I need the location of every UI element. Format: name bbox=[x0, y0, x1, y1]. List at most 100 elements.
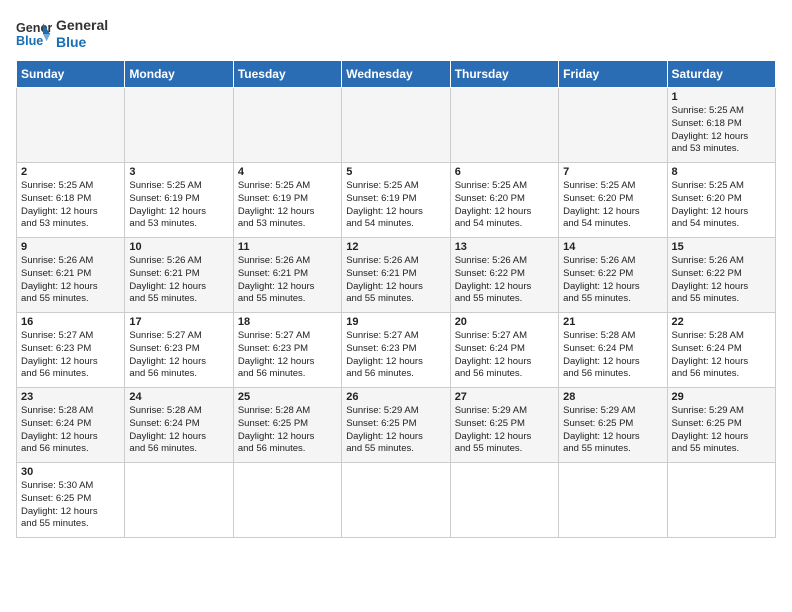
day-info: Sunrise: 5:27 AM Sunset: 6:23 PM Dayligh… bbox=[346, 330, 445, 381]
day-number: 25 bbox=[238, 391, 337, 403]
day-info: Sunrise: 5:29 AM Sunset: 6:25 PM Dayligh… bbox=[346, 405, 445, 456]
day-info: Sunrise: 5:28 AM Sunset: 6:24 PM Dayligh… bbox=[129, 405, 228, 456]
calendar-cell: 2 Sunrise: 5:25 AM Sunset: 6:18 PM Daylig… bbox=[17, 163, 125, 238]
day-info: Sunrise: 5:26 AM Sunset: 6:22 PM Dayligh… bbox=[563, 255, 662, 306]
weekday-header: Monday bbox=[125, 61, 233, 88]
calendar-week-row: 9 Sunrise: 5:26 AM Sunset: 6:21 PM Daylig… bbox=[17, 238, 776, 313]
day-info: Sunrise: 5:28 AM Sunset: 6:24 PM Dayligh… bbox=[21, 405, 120, 456]
weekday-header: Thursday bbox=[450, 61, 558, 88]
day-number: 19 bbox=[346, 316, 445, 328]
calendar-cell bbox=[233, 88, 341, 163]
logo: General Blue General Blue bbox=[16, 16, 108, 52]
day-info: Sunrise: 5:30 AM Sunset: 6:25 PM Dayligh… bbox=[21, 480, 120, 531]
calendar-cell: 12 Sunrise: 5:26 AM Sunset: 6:21 PM Dayli… bbox=[342, 238, 450, 313]
calendar-cell bbox=[233, 463, 341, 538]
day-number: 23 bbox=[21, 391, 120, 403]
day-number: 7 bbox=[563, 166, 662, 178]
day-info: Sunrise: 5:27 AM Sunset: 6:24 PM Dayligh… bbox=[455, 330, 554, 381]
day-number: 9 bbox=[21, 241, 120, 253]
day-number: 17 bbox=[129, 316, 228, 328]
day-info: Sunrise: 5:28 AM Sunset: 6:24 PM Dayligh… bbox=[672, 330, 771, 381]
calendar-cell: 30 Sunrise: 5:30 AM Sunset: 6:25 PM Dayli… bbox=[17, 463, 125, 538]
header: General Blue General Blue bbox=[16, 16, 776, 52]
calendar-cell: 27Sunrise: 5:29 AM Sunset: 6:25 PM Dayli… bbox=[450, 388, 558, 463]
calendar-week-row: 23 Sunrise: 5:28 AM Sunset: 6:24 PM Dayli… bbox=[17, 388, 776, 463]
day-number: 4 bbox=[238, 166, 337, 178]
calendar-cell: 25Sunrise: 5:28 AM Sunset: 6:25 PM Dayli… bbox=[233, 388, 341, 463]
day-info: Sunrise: 5:27 AM Sunset: 6:23 PM Dayligh… bbox=[238, 330, 337, 381]
day-info: Sunrise: 5:26 AM Sunset: 6:21 PM Dayligh… bbox=[129, 255, 228, 306]
day-number: 1 bbox=[672, 91, 771, 103]
day-number: 30 bbox=[21, 466, 120, 478]
day-info: Sunrise: 5:25 AM Sunset: 6:19 PM Dayligh… bbox=[129, 180, 228, 231]
day-info: Sunrise: 5:25 AM Sunset: 6:20 PM Dayligh… bbox=[563, 180, 662, 231]
day-number: 16 bbox=[21, 316, 120, 328]
day-number: 5 bbox=[346, 166, 445, 178]
calendar-cell bbox=[342, 463, 450, 538]
day-info: Sunrise: 5:25 AM Sunset: 6:20 PM Dayligh… bbox=[455, 180, 554, 231]
day-number: 12 bbox=[346, 241, 445, 253]
day-number: 14 bbox=[563, 241, 662, 253]
day-info: Sunrise: 5:26 AM Sunset: 6:21 PM Dayligh… bbox=[346, 255, 445, 306]
calendar-cell: 4 Sunrise: 5:25 AM Sunset: 6:19 PM Daylig… bbox=[233, 163, 341, 238]
day-info: Sunrise: 5:26 AM Sunset: 6:21 PM Dayligh… bbox=[238, 255, 337, 306]
day-number: 11 bbox=[238, 241, 337, 253]
day-number: 6 bbox=[455, 166, 554, 178]
calendar-cell bbox=[559, 463, 667, 538]
day-info: Sunrise: 5:25 AM Sunset: 6:20 PM Dayligh… bbox=[672, 180, 771, 231]
day-number: 24 bbox=[129, 391, 228, 403]
day-info: Sunrise: 5:26 AM Sunset: 6:21 PM Dayligh… bbox=[21, 255, 120, 306]
calendar-cell: 28 Sunrise: 5:29 AM Sunset: 6:25 PM Dayli… bbox=[559, 388, 667, 463]
calendar-table: SundayMondayTuesdayWednesdayThursdayFrid… bbox=[16, 60, 776, 538]
calendar-cell: 23 Sunrise: 5:28 AM Sunset: 6:24 PM Dayli… bbox=[17, 388, 125, 463]
calendar-cell: 24 Sunrise: 5:28 AM Sunset: 6:24 PM Dayli… bbox=[125, 388, 233, 463]
calendar-week-row: 16 Sunrise: 5:27 AM Sunset: 6:23 PM Dayli… bbox=[17, 313, 776, 388]
calendar-cell: 7 Sunrise: 5:25 AM Sunset: 6:20 PM Daylig… bbox=[559, 163, 667, 238]
day-info: Sunrise: 5:27 AM Sunset: 6:23 PM Dayligh… bbox=[129, 330, 228, 381]
calendar-cell: 19 Sunrise: 5:27 AM Sunset: 6:23 PM Dayli… bbox=[342, 313, 450, 388]
calendar-cell: 9 Sunrise: 5:26 AM Sunset: 6:21 PM Daylig… bbox=[17, 238, 125, 313]
logo-text-blue: Blue bbox=[56, 34, 86, 50]
day-info: Sunrise: 5:25 AM Sunset: 6:18 PM Dayligh… bbox=[21, 180, 120, 231]
calendar-cell: 16Sunrise: 5:27 AM Sunset: 6:23 PM Dayli… bbox=[17, 313, 125, 388]
day-number: 2 bbox=[21, 166, 120, 178]
calendar-cell: 10Sunrise: 5:26 AM Sunset: 6:21 PM Dayli… bbox=[125, 238, 233, 313]
day-number: 28 bbox=[563, 391, 662, 403]
day-number: 22 bbox=[672, 316, 771, 328]
day-number: 18 bbox=[238, 316, 337, 328]
calendar-cell: 13Sunrise: 5:26 AM Sunset: 6:22 PM Dayli… bbox=[450, 238, 558, 313]
calendar-cell: 15Sunrise: 5:26 AM Sunset: 6:22 PM Dayli… bbox=[667, 238, 775, 313]
weekday-header: Sunday bbox=[17, 61, 125, 88]
day-number: 8 bbox=[672, 166, 771, 178]
calendar-week-row: 30 Sunrise: 5:30 AM Sunset: 6:25 PM Dayli… bbox=[17, 463, 776, 538]
logo-icon: General Blue bbox=[16, 16, 52, 52]
calendar-cell bbox=[125, 463, 233, 538]
header-row: SundayMondayTuesdayWednesdayThursdayFrid… bbox=[17, 61, 776, 88]
day-info: Sunrise: 5:29 AM Sunset: 6:25 PM Dayligh… bbox=[563, 405, 662, 456]
calendar-cell: 5Sunrise: 5:25 AM Sunset: 6:19 PM Daylig… bbox=[342, 163, 450, 238]
weekday-header: Saturday bbox=[667, 61, 775, 88]
day-info: Sunrise: 5:28 AM Sunset: 6:24 PM Dayligh… bbox=[563, 330, 662, 381]
day-number: 21 bbox=[563, 316, 662, 328]
day-info: Sunrise: 5:25 AM Sunset: 6:19 PM Dayligh… bbox=[238, 180, 337, 231]
day-number: 29 bbox=[672, 391, 771, 403]
calendar-cell bbox=[342, 88, 450, 163]
calendar-cell: 21 Sunrise: 5:28 AM Sunset: 6:24 PM Dayli… bbox=[559, 313, 667, 388]
calendar-cell: 26 Sunrise: 5:29 AM Sunset: 6:25 PM Dayli… bbox=[342, 388, 450, 463]
day-number: 26 bbox=[346, 391, 445, 403]
day-number: 20 bbox=[455, 316, 554, 328]
day-number: 13 bbox=[455, 241, 554, 253]
calendar-cell bbox=[125, 88, 233, 163]
day-info: Sunrise: 5:29 AM Sunset: 6:25 PM Dayligh… bbox=[672, 405, 771, 456]
calendar-cell bbox=[17, 88, 125, 163]
day-number: 15 bbox=[672, 241, 771, 253]
logo-text-general: General bbox=[56, 17, 108, 33]
calendar-cell: 11 Sunrise: 5:26 AM Sunset: 6:21 PM Dayli… bbox=[233, 238, 341, 313]
calendar-cell: 18 Sunrise: 5:27 AM Sunset: 6:23 PM Dayli… bbox=[233, 313, 341, 388]
calendar-cell: 17 Sunrise: 5:27 AM Sunset: 6:23 PM Dayli… bbox=[125, 313, 233, 388]
calendar-week-row: 2 Sunrise: 5:25 AM Sunset: 6:18 PM Daylig… bbox=[17, 163, 776, 238]
svg-text:Blue: Blue bbox=[16, 34, 43, 48]
calendar-cell: 14 Sunrise: 5:26 AM Sunset: 6:22 PM Dayli… bbox=[559, 238, 667, 313]
calendar-cell: 1Sunrise: 5:25 AM Sunset: 6:18 PM Daylig… bbox=[667, 88, 775, 163]
calendar-cell: 22 Sunrise: 5:28 AM Sunset: 6:24 PM Dayli… bbox=[667, 313, 775, 388]
